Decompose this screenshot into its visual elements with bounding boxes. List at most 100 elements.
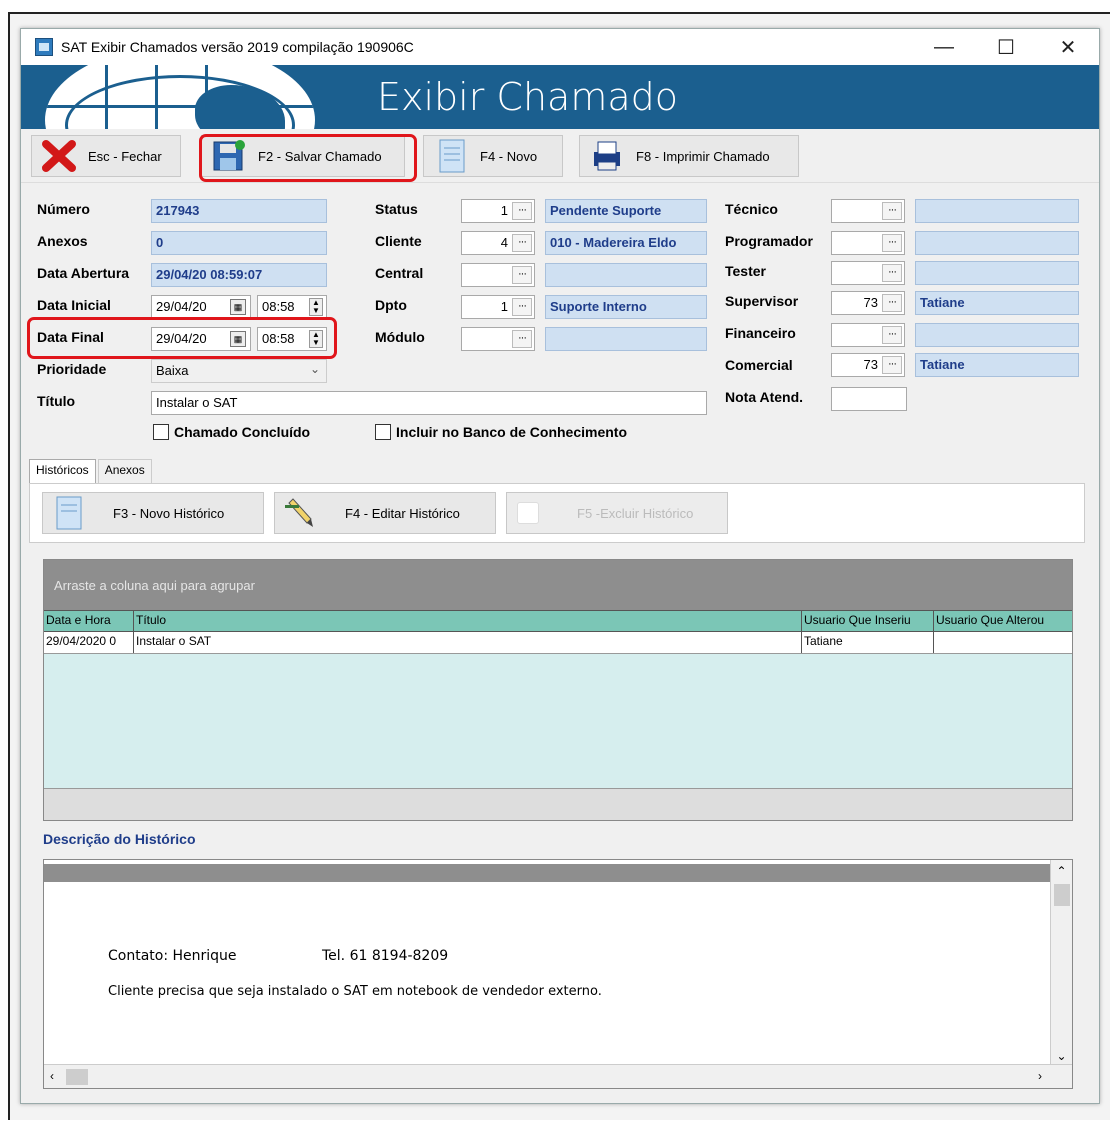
status-desc: Pendente Suporte <box>545 199 707 223</box>
lookup-button[interactable]: ··· <box>882 234 902 252</box>
titulo-label: Título <box>37 393 76 409</box>
horizontal-scrollbar[interactable]: ‹ › <box>44 1064 1072 1088</box>
telefone-text: Tel. 61 8194-8209 <box>322 948 449 964</box>
contato-text: Contato: Henrique <box>108 948 237 964</box>
scroll-up-icon[interactable]: ⌃ <box>1051 864 1072 878</box>
table-row[interactable]: 29/04/2020 0 Instalar o SAT Tatiane <box>44 632 1072 654</box>
tecnico-label: Técnico <box>725 201 778 217</box>
delete-history-button[interactable]: F5 -Excluir Histórico <box>506 492 728 534</box>
print-label: F8 - Imprimir Chamado <box>636 148 770 164</box>
banco-conhecimento-checkbox[interactable]: Incluir no Banco de Conhecimento <box>375 424 627 440</box>
description-text: Cliente precisa que seja instalado o SAT… <box>108 984 602 999</box>
col-usuario-alterou[interactable]: Usuario Que Alterou <box>934 611 1072 631</box>
chamado-concluido-label: Chamado Concluído <box>174 424 311 440</box>
delete-history-label: F5 -Excluir Histórico <box>577 505 694 521</box>
description-memo[interactable]: Contato: Henrique Tel. 61 8194-8209 Clie… <box>43 859 1073 1089</box>
cliente-code[interactable]: 4 ··· <box>461 231 535 255</box>
tester-label: Tester <box>725 263 766 279</box>
tester-desc <box>915 261 1079 285</box>
scroll-thumb[interactable] <box>1054 884 1070 906</box>
main-toolbar: Esc - Fechar F2 - Salvar Chamado F4 - No… <box>21 129 1099 183</box>
new-button[interactable]: F4 - Novo <box>423 135 563 177</box>
data-inicial-date[interactable]: 29/04/20 ▦ <box>151 295 251 319</box>
lookup-button[interactable]: ··· <box>882 264 902 282</box>
lookup-button[interactable]: ··· <box>512 202 532 220</box>
scroll-right-icon[interactable]: › <box>1038 1069 1042 1083</box>
spinner-icon[interactable]: ▲ ▼ <box>309 298 323 316</box>
tab-anexos[interactable]: Anexos <box>97 459 152 483</box>
lookup-button[interactable]: ··· <box>512 330 532 348</box>
close-button[interactable]: ✕ <box>1037 35 1099 60</box>
checkbox-box[interactable] <box>153 424 169 440</box>
cell-data-hora[interactable]: 29/04/2020 0 <box>44 632 134 653</box>
tester-code[interactable]: ··· <box>831 261 905 285</box>
lookup-button[interactable]: ··· <box>882 294 902 312</box>
prioridade-select[interactable]: Baixa ⌄ <box>151 359 327 383</box>
lookup-button[interactable]: ··· <box>882 326 902 344</box>
history-toolbar: F3 - Novo Histórico F4 - Editar Históric… <box>29 483 1085 543</box>
lookup-button[interactable]: ··· <box>882 202 902 220</box>
status-code-value: 1 <box>500 203 508 218</box>
printer-icon <box>588 138 626 174</box>
chevron-down-icon: ⌄ <box>309 362 320 376</box>
close-form-button[interactable]: Esc - Fechar <box>31 135 181 177</box>
nota-input[interactable] <box>831 387 907 411</box>
comercial-desc: Tatiane <box>915 353 1079 377</box>
chamado-concluido-checkbox[interactable]: Chamado Concluído <box>153 424 310 440</box>
central-code[interactable]: ··· <box>461 263 535 287</box>
cell-titulo[interactable]: Instalar o SAT <box>134 632 802 653</box>
scroll-down-icon[interactable]: ⌄ <box>1051 1049 1072 1063</box>
financeiro-desc <box>915 323 1079 347</box>
supervisor-code[interactable]: 73 ··· <box>831 291 905 315</box>
new-history-button[interactable]: F3 - Novo Histórico <box>42 492 264 534</box>
lookup-button[interactable]: ··· <box>512 298 532 316</box>
new-label: F4 - Novo <box>480 148 538 164</box>
col-usuario-inseriu[interactable]: Usuario Que Inseriu <box>802 611 934 631</box>
modulo-code[interactable]: ··· <box>461 327 535 351</box>
grid-header: Data e Hora Título Usuario Que Inseriu U… <box>44 610 1072 632</box>
banco-conhecimento-label: Incluir no Banco de Conhecimento <box>396 424 628 440</box>
lookup-button[interactable]: ··· <box>882 356 902 374</box>
dpto-code-value: 1 <box>500 299 508 314</box>
financeiro-code[interactable]: ··· <box>831 323 905 347</box>
group-by-area[interactable]: Arraste a coluna aqui para agrupar <box>44 560 1072 610</box>
data-inicial-label: Data Inicial <box>37 297 111 313</box>
lookup-button[interactable]: ··· <box>512 266 532 284</box>
data-inicial-date-value: 29/04/20 <box>156 299 207 314</box>
dpto-code[interactable]: 1 ··· <box>461 295 535 319</box>
banner: Exibir Chamado <box>21 65 1099 129</box>
banner-title: Exibir Chamado <box>377 75 679 119</box>
col-titulo[interactable]: Título <box>134 611 802 631</box>
app-icon <box>35 38 53 56</box>
comercial-code[interactable]: 73 ··· <box>831 353 905 377</box>
tecnico-code[interactable]: ··· <box>831 199 905 223</box>
data-inicial-time[interactable]: 08:58 ▲ ▼ <box>257 295 327 319</box>
comercial-label: Comercial <box>725 357 793 373</box>
tecnico-desc <box>915 199 1079 223</box>
checkbox-box[interactable] <box>375 424 391 440</box>
lookup-button[interactable]: ··· <box>512 234 532 252</box>
cell-usuario-alterou[interactable] <box>934 632 1072 653</box>
prioridade-value: Baixa <box>156 363 189 378</box>
minimize-button[interactable]: — <box>913 36 975 59</box>
numero-field: 217943 <box>151 199 327 223</box>
maximize-button[interactable]: ☐ <box>975 35 1037 60</box>
programador-label: Programador <box>725 233 813 249</box>
status-code[interactable]: 1 ··· <box>461 199 535 223</box>
programador-code[interactable]: ··· <box>831 231 905 255</box>
history-grid: Arraste a coluna aqui para agrupar Data … <box>43 559 1073 821</box>
h-scroll-thumb[interactable] <box>66 1069 88 1085</box>
tab-historicos[interactable]: Históricos <box>29 459 96 483</box>
print-button[interactable]: F8 - Imprimir Chamado <box>579 135 799 177</box>
cell-usuario-inseriu[interactable]: Tatiane <box>802 632 934 653</box>
col-data-hora[interactable]: Data e Hora <box>44 611 134 631</box>
vertical-scrollbar[interactable]: ⌃ ⌄ <box>1050 860 1072 1065</box>
dpto-desc: Suporte Interno <box>545 295 707 319</box>
programador-desc <box>915 231 1079 255</box>
calendar-icon[interactable]: ▦ <box>230 299 246 315</box>
titulo-input[interactable]: Instalar o SAT <box>151 391 707 415</box>
scroll-left-icon[interactable]: ‹ <box>50 1069 54 1083</box>
edit-history-button[interactable]: F4 - Editar Histórico <box>274 492 496 534</box>
document-icon <box>51 495 91 531</box>
highlight-data-final <box>27 317 337 359</box>
